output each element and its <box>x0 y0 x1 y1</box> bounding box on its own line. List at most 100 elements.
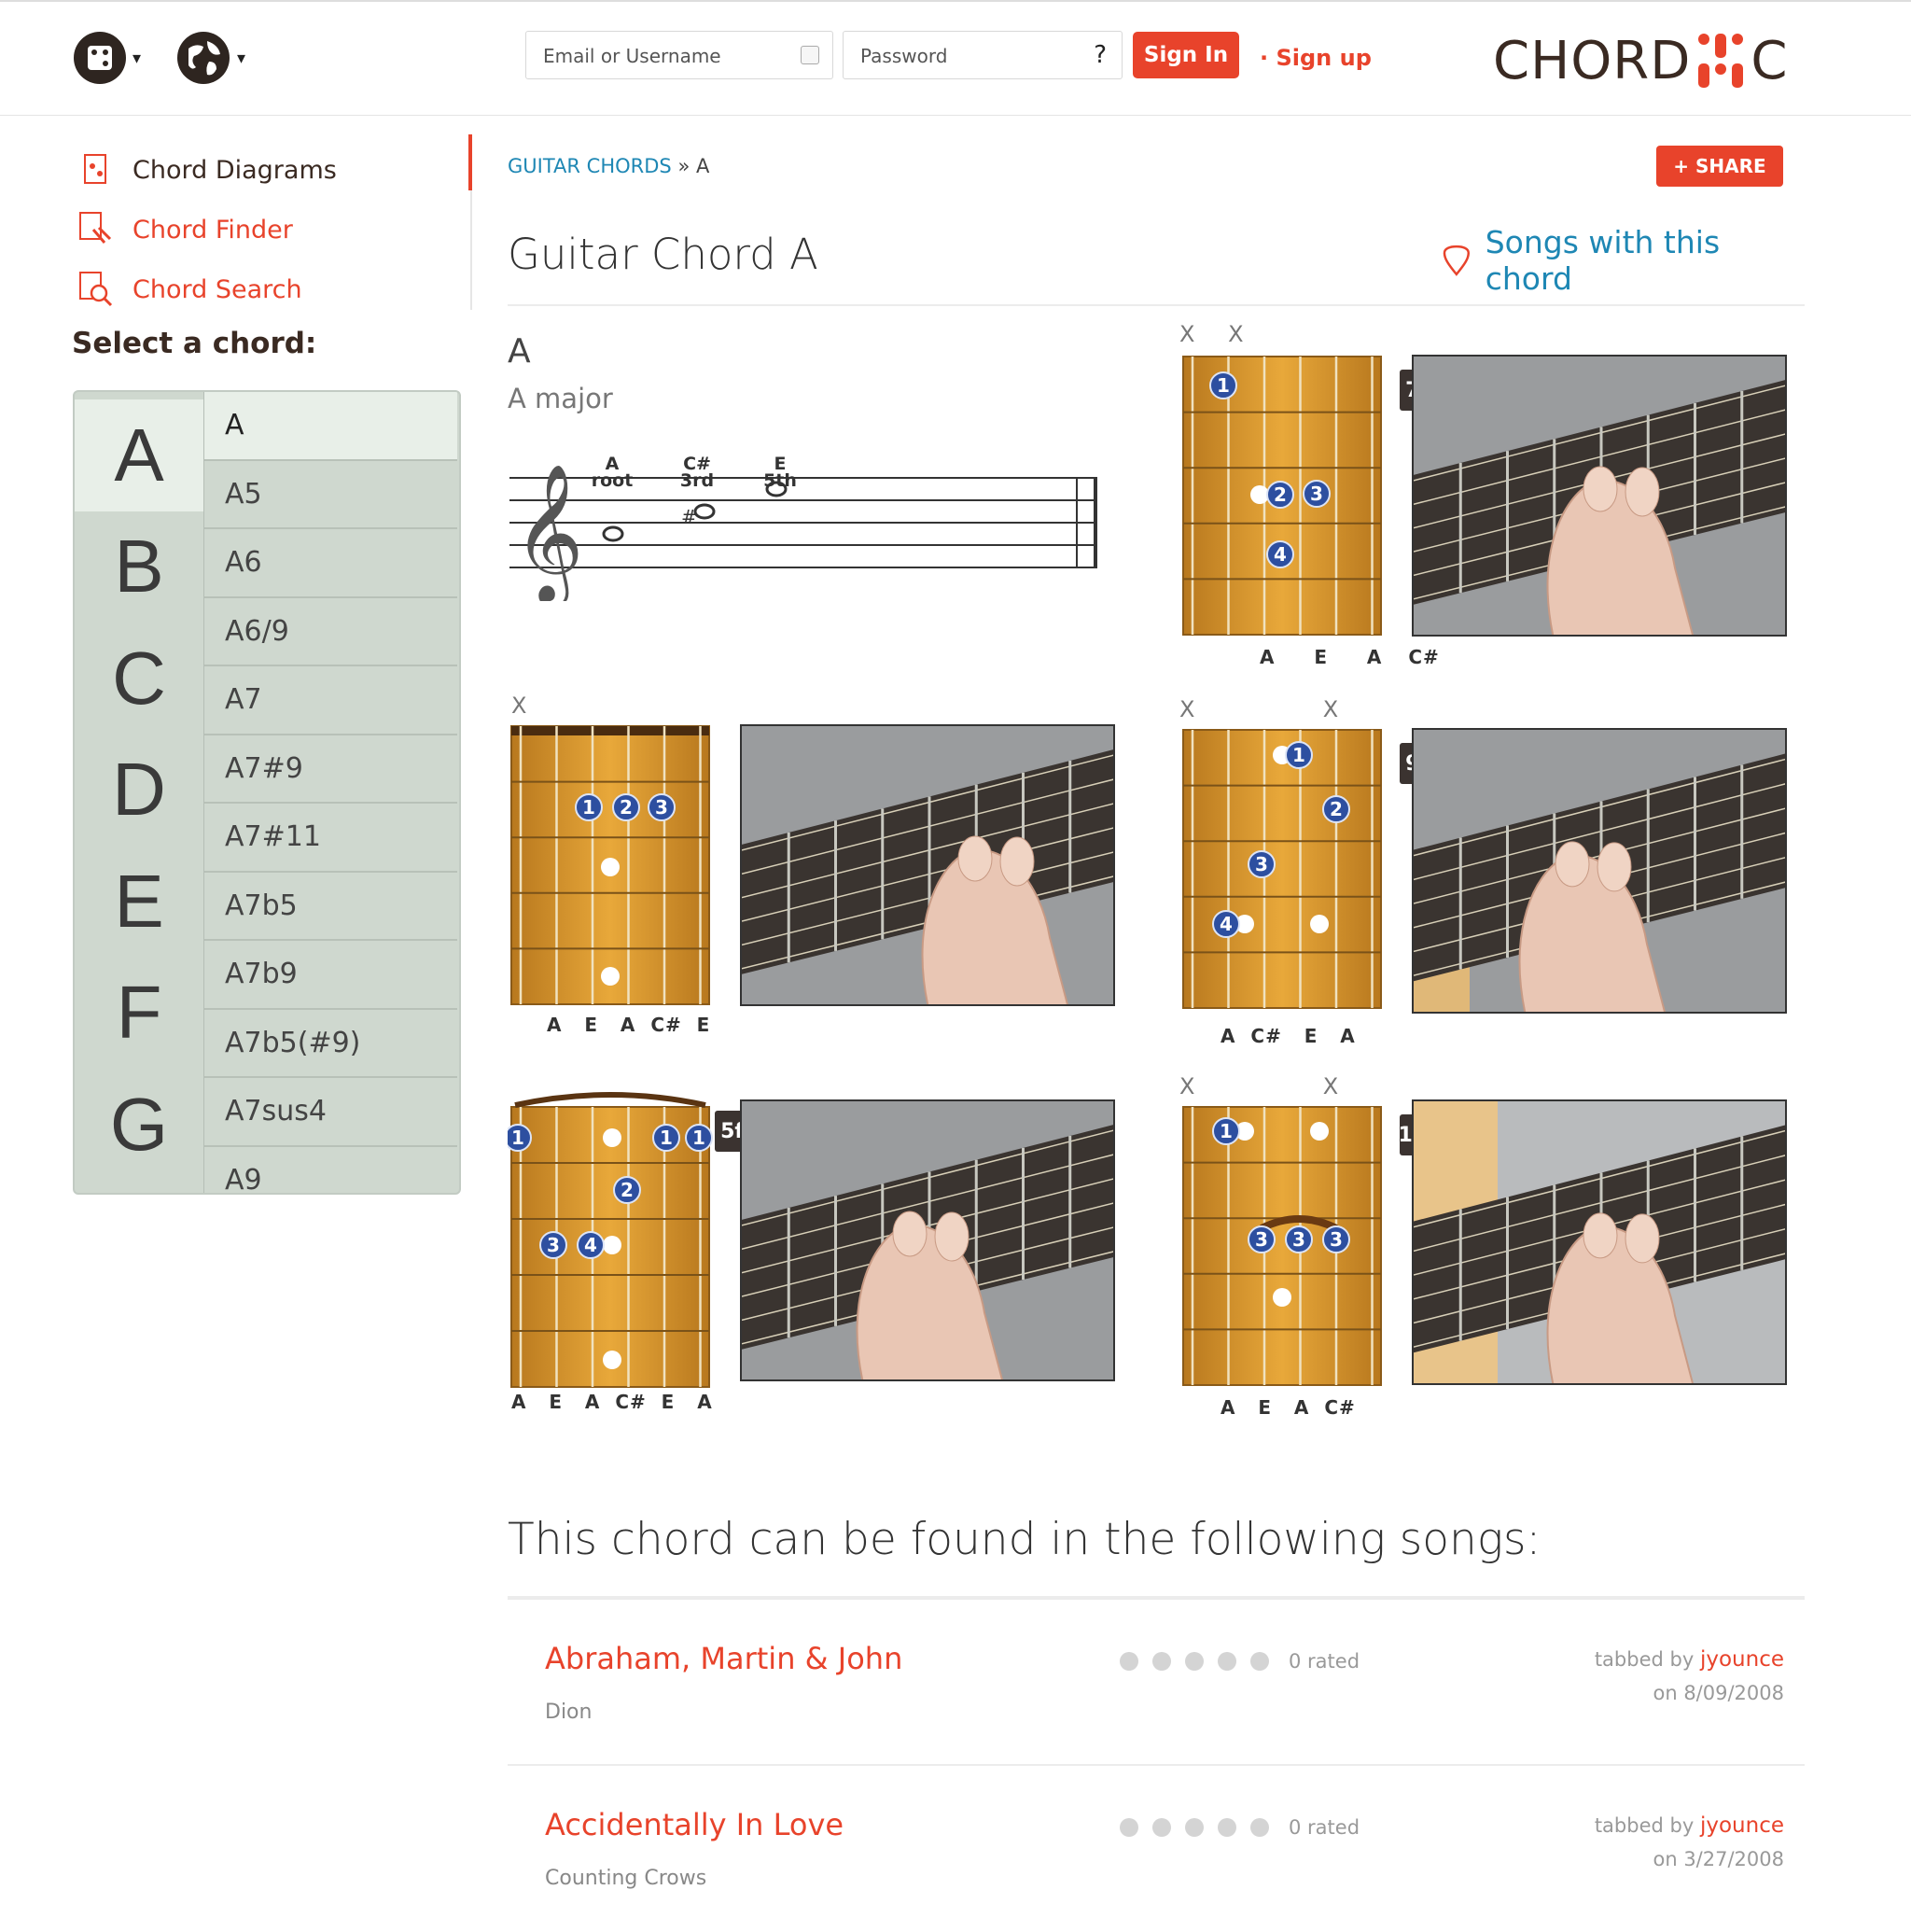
forgot-password-link[interactable]: ? <box>1094 41 1107 69</box>
chord-item[interactable]: A5 <box>204 461 457 529</box>
chord-item[interactable]: A7sus4 <box>204 1078 457 1147</box>
chord-item[interactable]: A6/9 <box>204 598 457 666</box>
breadcrumb-separator: » <box>677 155 690 177</box>
email-placeholder: Email or Username <box>543 45 721 67</box>
tabbed-by-label: tabbed by <box>1594 1648 1695 1671</box>
fretboard-diagram[interactable]: 1 2 3 4 <box>1179 728 1387 1014</box>
chord-item[interactable]: A7#11 <box>204 804 457 873</box>
rating-dot[interactable] <box>1152 1818 1171 1837</box>
muted-strings: X X <box>1179 321 1257 347</box>
chordie-logo[interactable]: CHORD C <box>1493 28 1788 93</box>
password-field[interactable]: Password ? <box>843 31 1123 79</box>
song-artist-link[interactable]: Counting Crows <box>545 1867 706 1890</box>
rating-count: 0 rated <box>1289 1650 1360 1673</box>
finger-number: 1 <box>660 1127 673 1149</box>
letter-item[interactable]: G <box>75 1069 203 1181</box>
chord-item[interactable]: A7b5 <box>204 873 457 941</box>
finger-number: 4 <box>1220 913 1233 935</box>
sidebar-item-chord-finder[interactable]: Chord Finder <box>75 200 467 259</box>
chord-notes: A E A C# E <box>547 1014 711 1036</box>
rating-dot[interactable] <box>1120 1652 1138 1671</box>
fretboard-diagram[interactable]: 1 1 123 4 <box>508 1088 715 1393</box>
rating-dot[interactable] <box>1152 1652 1171 1671</box>
fretboard-diagram[interactable]: 1 23 <box>508 724 715 1010</box>
note-head <box>602 525 624 542</box>
rating-dot[interactable] <box>1185 1652 1204 1671</box>
finger-number: 3 <box>1292 1228 1305 1251</box>
rating-dot[interactable] <box>1250 1652 1269 1671</box>
letter-item[interactable]: A <box>75 399 203 511</box>
chord-photo <box>1412 355 1787 637</box>
letter-item[interactable]: F <box>75 958 203 1070</box>
rating-dot[interactable] <box>1250 1818 1269 1837</box>
user-link[interactable]: jyounce <box>1700 1813 1784 1838</box>
letter-list: A B C D E F G <box>75 399 203 1181</box>
letter-item[interactable]: C <box>75 623 203 735</box>
finger-number: 1 <box>1220 1120 1233 1142</box>
tabbed-by-label: tabbed by <box>1594 1814 1695 1837</box>
fretboard-diagram[interactable]: 1 2 3 4 <box>1179 355 1387 640</box>
chord-item[interactable]: A7b5(#9) <box>204 1010 457 1078</box>
remember-checkbox[interactable] <box>801 46 819 64</box>
chord-item[interactable]: A <box>204 392 457 461</box>
songs-with-chord-link[interactable]: Songs with this chord <box>1441 224 1814 297</box>
song-title-link[interactable]: Abraham, Martin & John <box>545 1641 902 1676</box>
chord-notes: A E A C# E A <box>511 1391 713 1413</box>
chord-item[interactable]: A7 <box>204 666 457 735</box>
muted-strings: X <box>511 693 527 719</box>
finger-number: 3 <box>1330 1228 1343 1251</box>
rating-stars[interactable]: 0 rated <box>1120 1650 1360 1673</box>
tab-date: on 8/09/2008 <box>1653 1682 1784 1704</box>
nut <box>511 726 709 735</box>
share-button[interactable]: + SHARE <box>1656 146 1783 187</box>
chevron-down-icon: ▾ <box>133 48 142 68</box>
songs-heading: This chord can be found in the following… <box>508 1514 1541 1565</box>
note-head <box>693 503 716 520</box>
chord-item[interactable]: A6 <box>204 529 457 598</box>
letter-item[interactable]: B <box>75 511 203 623</box>
interval-label: Aroot <box>588 455 636 490</box>
password-placeholder: Password <box>860 45 948 67</box>
sign-up-link[interactable]: · Sign up <box>1260 45 1372 71</box>
chord-photo <box>1412 1099 1787 1385</box>
chord-tone-dot <box>603 1351 621 1369</box>
chord-picker: A B C D E F G A A5 A6 A6/9 A7 A7#9 A7#11… <box>73 390 461 1195</box>
rating-dot[interactable] <box>1218 1818 1236 1837</box>
page-title: Guitar Chord A <box>508 230 818 279</box>
rating-stars[interactable]: 0 rated <box>1120 1816 1360 1839</box>
active-indicator <box>468 134 472 190</box>
finger <box>1625 467 1660 517</box>
rating-dot[interactable] <box>1185 1818 1204 1837</box>
breadcrumb-root[interactable]: GUITAR CHORDS <box>508 155 672 177</box>
sign-in-button[interactable]: Sign In <box>1133 32 1239 78</box>
title-divider <box>508 304 1805 306</box>
finger-number: 1 <box>511 1127 524 1149</box>
letter-item[interactable]: E <box>75 846 203 958</box>
globe-icon <box>177 32 230 84</box>
language-dropdown[interactable]: ▾ <box>175 30 245 86</box>
song-artist-link[interactable]: Dion <box>545 1701 592 1724</box>
tabbed-by-info: tabbed by jyounce on 8/09/2008 <box>1595 1643 1784 1710</box>
song-title-link[interactable]: Accidentally In Love <box>545 1807 844 1842</box>
email-field[interactable]: Email or Username <box>525 31 833 79</box>
rating-dot[interactable] <box>1218 1652 1236 1671</box>
sidebar-item-label: Chord Diagrams <box>133 155 337 185</box>
chord-tone-dot <box>1273 1288 1291 1307</box>
finger-number: 1 <box>1292 744 1305 766</box>
chord-menu-dropdown[interactable]: ▾ <box>73 30 141 86</box>
chord-item[interactable]: A7#9 <box>204 735 457 804</box>
interval-degree: 3rd <box>679 470 715 491</box>
logo-text-left: CHORD <box>1493 30 1692 91</box>
rating-dot[interactable] <box>1120 1818 1138 1837</box>
fretboard-diagram[interactable]: 1 3 3 3 <box>1179 1105 1387 1391</box>
sidebar-item-chord-diagrams[interactable]: Chord Diagrams <box>75 140 467 200</box>
letter-item[interactable]: D <box>75 735 203 847</box>
finger <box>892 1211 928 1257</box>
sidebar-item-chord-search[interactable]: Chord Search <box>75 259 467 319</box>
user-link[interactable]: jyounce <box>1700 1647 1784 1672</box>
logo-text-right: C <box>1751 30 1789 91</box>
breadcrumb-current: A <box>695 155 710 177</box>
chord-item[interactable]: A9 <box>204 1147 457 1193</box>
chord-item[interactable]: A7b9 <box>204 941 457 1010</box>
tabbed-by-info: tabbed by jyounce on 3/27/2008 <box>1595 1809 1784 1876</box>
